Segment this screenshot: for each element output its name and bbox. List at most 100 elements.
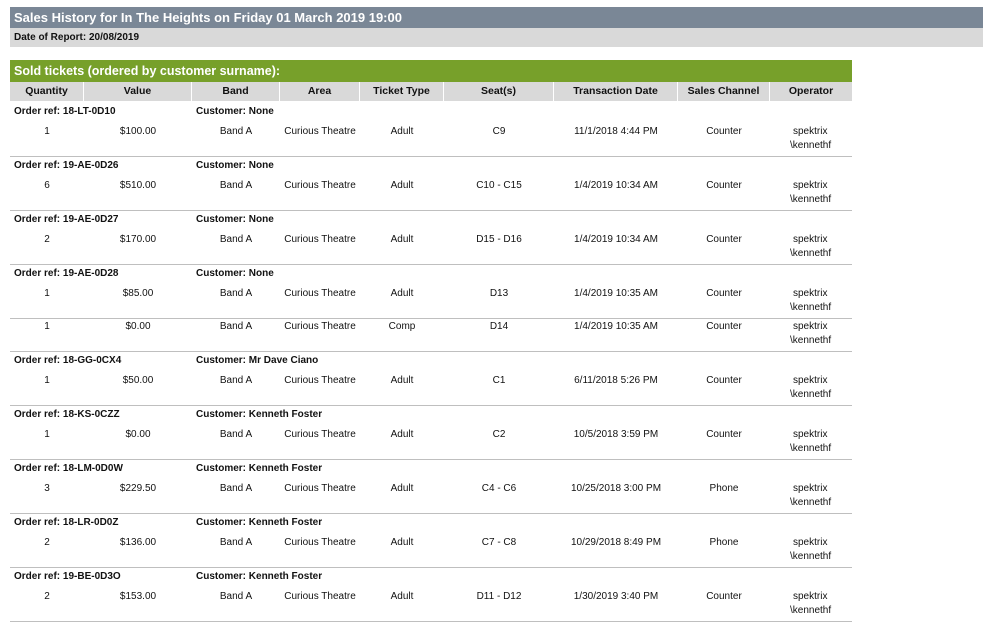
cell-value: $0.00 (125, 429, 151, 440)
table-row: 1 $50.00 Band A Curious Theatre Adult C1 6/11/… (10, 374, 852, 408)
cell-seats: D13 (489, 288, 509, 299)
cell-operator: spektrix \kennethf (790, 428, 852, 456)
cell-seats: C10 - C15 (476, 180, 522, 191)
operator-line-1: spektrix (793, 483, 828, 494)
order-ref: Order ref: 18-LR-0D0Z (14, 517, 119, 528)
cell-value: $510.00 (119, 180, 157, 191)
col-transaction-date: Transaction Date (554, 82, 678, 101)
table-row: 3 $229.50 Band A Curious Theatre Adult C4 - C… (10, 482, 852, 516)
table-row: 1 $100.00 Band A Curious Theatre Adult C9 11/1… (10, 125, 852, 159)
table-row: 2 $170.00 Band A Curious Theatre Adult D15 - … (10, 233, 852, 267)
operator-line-2: \kennethf (790, 248, 832, 259)
cell-quantity: 1 (44, 375, 50, 386)
cell-operator: spektrix \kennethf (790, 233, 852, 261)
cell-area: Curious Theatre (284, 537, 356, 548)
row-divider (10, 210, 852, 211)
cell-operator: spektrix \kennethf (790, 287, 852, 315)
cell-area: Curious Theatre (284, 375, 356, 386)
operator-line-2: \kennethf (790, 497, 832, 508)
cell-quantity: 1 (44, 288, 50, 299)
col-operator: Operator (788, 85, 834, 97)
cell-seats: C2 (492, 429, 506, 440)
order-ref: Order ref: 19-AE-0D27 (14, 214, 119, 225)
row-divider (10, 405, 852, 406)
cell-channel: Counter (706, 126, 742, 137)
operator-line-1: spektrix (793, 591, 828, 602)
cell-value: $136.00 (119, 537, 157, 548)
operator-line-1: spektrix (793, 126, 828, 137)
cell-ticket-type: Adult (390, 126, 414, 137)
cell-value: $229.50 (119, 483, 157, 494)
date-of-report: Date of Report: 20/08/2019 (10, 28, 983, 47)
cell-seats: C4 - C6 (481, 483, 517, 494)
row-divider (10, 513, 852, 514)
table-header: Quantity Value Band Area Ticket Type Sea… (10, 82, 852, 101)
cell-band: Band A (219, 288, 253, 299)
cell-ticket-type: Comp (388, 321, 416, 332)
cell-date: 10/29/2018 8:49 PM (570, 537, 662, 548)
col-value: Value (84, 82, 192, 101)
cell-channel: Counter (706, 288, 742, 299)
cell-operator: spektrix \kennethf (790, 482, 852, 510)
col-ticket-type: Ticket Type (360, 82, 444, 101)
cell-channel: Phone (709, 537, 739, 548)
cell-area: Curious Theatre (284, 126, 356, 137)
cell-band: Band A (219, 537, 253, 548)
cell-seats: C7 - C8 (481, 537, 517, 548)
col-band: Band (192, 82, 280, 101)
cell-quantity: 2 (44, 537, 50, 548)
cell-area: Curious Theatre (284, 234, 356, 245)
col-sales-channel: Sales Channel (678, 82, 770, 101)
order-ref: Order ref: 18-KS-0CZZ (14, 409, 120, 420)
operator-line-1: spektrix (793, 180, 828, 191)
cell-channel: Counter (706, 591, 742, 602)
operator-line-2: \kennethf (790, 335, 832, 346)
cell-seats: D15 - D16 (476, 234, 522, 245)
cell-ticket-type: Adult (390, 429, 414, 440)
cell-area: Curious Theatre (284, 429, 356, 440)
cell-ticket-type: Adult (390, 288, 414, 299)
cell-value: $170.00 (119, 234, 157, 245)
row-divider (10, 567, 852, 568)
report-title: Sales History for In The Heights on Frid… (10, 7, 983, 28)
order-ref: Order ref: 18-LM-0D0W (14, 463, 123, 474)
cell-value: $50.00 (122, 375, 154, 386)
cell-area: Curious Theatre (284, 180, 356, 191)
customer-name: Customer: Kenneth Foster (196, 517, 323, 528)
cell-quantity: 1 (44, 321, 50, 332)
cell-date: 1/4/2019 10:35 AM (574, 288, 658, 299)
order-ref: Order ref: 19-BE-0D3O (14, 571, 121, 582)
customer-name: Customer: Kenneth Foster (196, 571, 323, 582)
cell-date: 10/25/2018 3:00 PM (570, 483, 662, 494)
operator-line-2: \kennethf (790, 194, 832, 205)
cell-ticket-type: Adult (390, 537, 414, 548)
cell-seats: C9 (492, 126, 506, 137)
cell-area: Curious Theatre (284, 321, 356, 332)
customer-name: Customer: Kenneth Foster (196, 409, 323, 420)
cell-quantity: 6 (44, 180, 50, 191)
cell-area: Curious Theatre (284, 483, 356, 494)
cell-date: 6/11/2018 5:26 PM (574, 375, 658, 386)
row-divider (10, 459, 852, 460)
cell-band: Band A (219, 234, 253, 245)
table-row: 2 $136.00 Band A Curious Theatre Adult C7 - C… (10, 536, 852, 570)
operator-line-1: spektrix (793, 537, 828, 548)
customer-name: Customer: Mr Dave Ciano (196, 355, 319, 366)
table-row: 1 $85.00 Band A Curious Theatre Adult D13 1/4/… (10, 287, 852, 321)
col-quantity: Quantity (10, 82, 84, 101)
cell-channel: Phone (709, 483, 739, 494)
cell-band: Band A (219, 375, 253, 386)
cell-operator: spektrix \kennethf (790, 320, 852, 348)
order-ref: Order ref: 18-GG-0CX4 (14, 355, 122, 366)
order-ref: Order ref: 18-LT-0D10 (14, 106, 116, 117)
cell-date: 1/4/2019 10:34 AM (574, 180, 658, 191)
cell-ticket-type: Adult (390, 180, 414, 191)
cell-value: $153.00 (119, 591, 157, 602)
table-row: 2 $153.00 Band A Curious Theatre Adult D11 - … (10, 590, 852, 624)
operator-line-1: spektrix (793, 375, 828, 386)
table-row: 1 $0.00 Band A Curious Theatre Comp D14 1/4/20… (10, 320, 852, 354)
col-seats: Seat(s) (444, 82, 554, 101)
cell-quantity: 2 (44, 234, 50, 245)
table-row: 1 $0.00 Band A Curious Theatre Adult C2 10/5/2… (10, 428, 852, 462)
cell-band: Band A (219, 126, 253, 137)
